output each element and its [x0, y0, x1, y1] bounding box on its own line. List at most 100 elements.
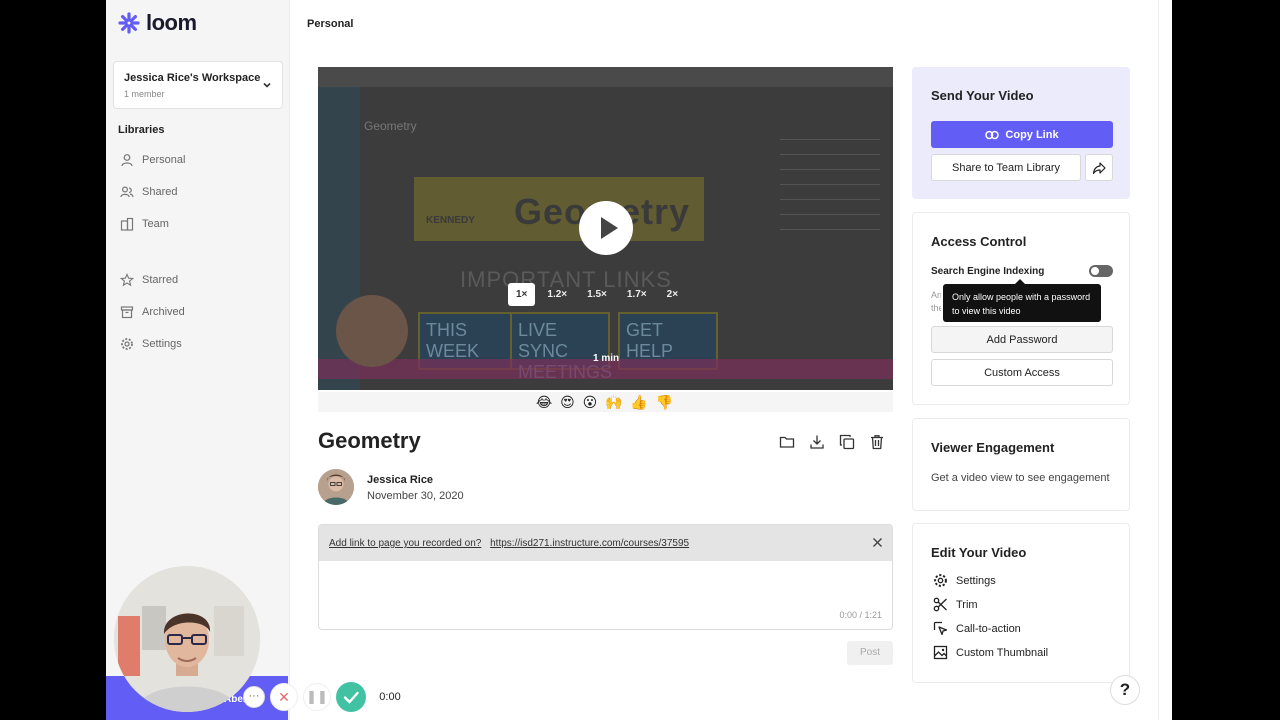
indexing-description: An... the... [931, 290, 941, 313]
edit-item-custom-thumbnail[interactable]: Custom Thumbnail [933, 645, 1048, 660]
chevron-down-icon [263, 82, 271, 88]
people-icon [120, 186, 134, 198]
edit-video-title: Edit Your Video [931, 545, 1027, 560]
checkmark-icon [343, 691, 359, 704]
author-avatar [318, 469, 354, 505]
sidebar-item-archived[interactable]: Archived [120, 305, 185, 319]
post-button[interactable]: Post [847, 641, 893, 665]
sidebar-item-shared[interactable]: Shared [120, 185, 177, 199]
video-title[interactable]: Geometry [318, 428, 421, 454]
sidebar-item-label: Settings [142, 338, 182, 350]
playback-speed-options: 1× 1.2× 1.5× 1.7× 2× [508, 283, 686, 306]
speed-option-2x[interactable]: 2× [659, 283, 686, 306]
breadcrumb[interactable]: Personal [307, 18, 353, 30]
speed-option-1x[interactable]: 1× [508, 283, 536, 306]
workspace-name: Jessica Rice's Workspace [124, 72, 261, 84]
comment-box[interactable]: Add link to page you recorded on? https:… [318, 524, 893, 630]
video-player[interactable]: Geometry Geometry KENNEDY IMPORTANT LINK… [318, 67, 893, 390]
share-arrow-icon [1092, 161, 1106, 174]
send-video-title: Send Your Video [931, 88, 1034, 103]
trash-icon[interactable] [869, 434, 885, 450]
video-frame-heading: Geometry [364, 119, 417, 133]
building-icon [120, 217, 134, 231]
close-icon[interactable] [872, 537, 883, 548]
sidebar-item-personal[interactable]: Personal [120, 153, 185, 167]
viewer-engagement-panel: Viewer Engagement Get a video view to se… [912, 418, 1130, 511]
app-window: loom Jessica Rice's Workspace 1 member L… [106, 0, 1172, 720]
copy-link-button[interactable]: Copy Link [931, 121, 1113, 148]
video-date: November 30, 2020 [367, 490, 464, 502]
play-button[interactable] [579, 201, 633, 255]
window-edge [1158, 0, 1172, 720]
add-password-button[interactable]: Add Password [931, 326, 1113, 353]
star-icon [120, 273, 134, 287]
edit-item-label: Trim [956, 598, 978, 611]
recorded-page-link[interactable]: https://isd271.instructure.com/courses/3… [490, 538, 689, 549]
pause-recording-button[interactable]: ❚❚ [303, 683, 331, 711]
workspace-switcher[interactable]: Jessica Rice's Workspace 1 member [113, 61, 283, 109]
webcam-bubble[interactable] [114, 566, 260, 712]
archive-icon [120, 306, 134, 319]
access-control-title: Access Control [931, 234, 1027, 249]
add-link-prompt[interactable]: Add link to page you recorded on? [329, 538, 481, 549]
logo-text: loom [146, 10, 197, 35]
send-video-panel: Send Your Video Copy Link Share to Team … [912, 67, 1130, 199]
workspace-members: 1 member [124, 89, 165, 99]
video-duration: 1 min [593, 353, 620, 364]
libraries-heading: Libraries [118, 124, 165, 136]
edit-video-panel: Edit Your Video Settings Trim Call-to-ac… [912, 523, 1130, 683]
comment-timestamp: 0:00 / 1:21 [839, 610, 882, 620]
copy-link-label: Copy Link [1005, 128, 1059, 141]
edit-item-call-to-action[interactable]: Call-to-action [933, 621, 1021, 636]
duplicate-icon[interactable] [839, 434, 855, 450]
loom-logo[interactable]: loom [118, 10, 197, 36]
loom-burst-icon [118, 12, 140, 34]
speed-option-1-5x[interactable]: 1.5× [579, 283, 615, 306]
share-team-library-button[interactable]: Share to Team Library [931, 154, 1081, 181]
gear-icon [121, 338, 133, 350]
engagement-text: Get a video view to see engagement [931, 472, 1110, 484]
scissors-icon [933, 597, 947, 612]
speed-option-1-7x[interactable]: 1.7× [619, 283, 655, 306]
finish-recording-button[interactable] [336, 682, 366, 712]
sidebar-item-label: Personal [142, 154, 186, 166]
search-indexing-toggle[interactable] [1089, 265, 1113, 277]
link-icon [985, 130, 1000, 139]
sidebar-item-label: Archived [142, 306, 185, 318]
gear-icon [934, 574, 947, 587]
sidebar-item-team[interactable]: Team [120, 217, 169, 231]
video-actions [779, 434, 885, 450]
download-icon[interactable] [809, 434, 825, 450]
folder-icon[interactable] [779, 434, 795, 450]
author-name: Jessica Rice [367, 474, 434, 486]
emoji-reactions[interactable]: 😂 😍 😮 🙌 👍 👎 [318, 392, 893, 412]
edit-item-settings[interactable]: Settings [933, 573, 996, 588]
author-photo-icon [318, 469, 354, 505]
share-button[interactable] [1085, 154, 1113, 181]
edit-item-label: Custom Thumbnail [956, 646, 1049, 659]
webcam-person-icon [114, 566, 260, 712]
edit-item-label: Settings [956, 574, 996, 587]
help-button[interactable]: ? [1110, 675, 1140, 705]
video-frame-list [780, 125, 880, 244]
sidebar-item-settings[interactable]: Settings [120, 337, 182, 351]
edit-item-trim[interactable]: Trim [933, 597, 978, 612]
recording-timer: 0:00 [370, 684, 410, 710]
password-tooltip: Only allow people with a password to vie… [943, 279, 1101, 322]
speed-option-1-2x[interactable]: 1.2× [539, 283, 575, 306]
video-frame-topbar [318, 67, 893, 87]
more-options-button[interactable]: ··· [243, 686, 265, 708]
cancel-recording-button[interactable]: ✕ [270, 683, 298, 711]
sidebar-item-label: Starred [142, 274, 179, 286]
search-indexing-label: Search Engine Indexing [931, 266, 1045, 277]
custom-access-button[interactable]: Custom Access [931, 359, 1113, 386]
cursor-icon [933, 621, 948, 636]
person-icon [121, 154, 133, 167]
edit-item-label: Call-to-action [956, 622, 1021, 635]
sidebar-item-label: Shared [142, 186, 178, 198]
access-control-panel: Access Control Search Engine Indexing An… [912, 212, 1130, 405]
video-frame-webcam [336, 295, 408, 367]
video-frame-school: KENNEDY [426, 215, 475, 226]
sidebar-item-starred[interactable]: Starred [120, 273, 178, 287]
image-icon [933, 645, 948, 660]
